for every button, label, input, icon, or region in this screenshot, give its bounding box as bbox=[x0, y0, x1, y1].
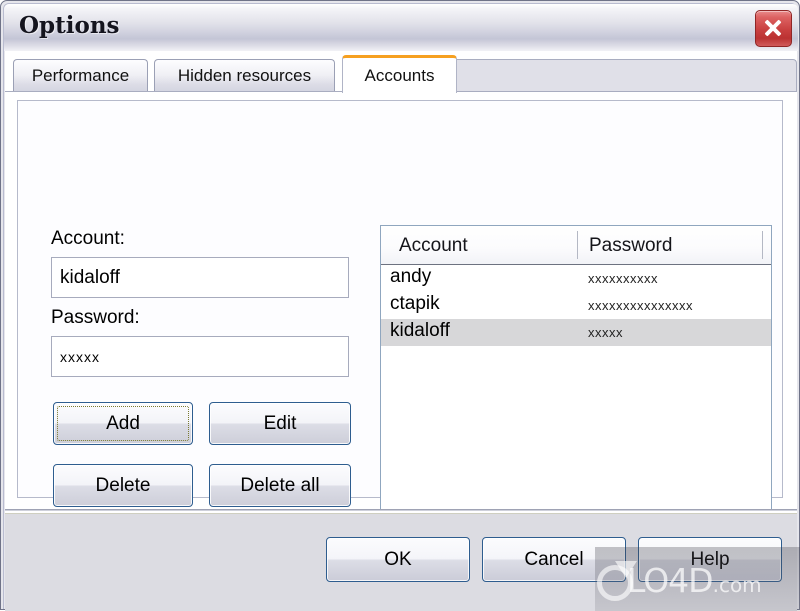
list-item[interactable]: kidaloff xxxxx bbox=[381, 319, 771, 346]
column-header-account[interactable]: Account bbox=[399, 235, 468, 257]
list-item-account: kidaloff bbox=[390, 320, 450, 341]
password-input[interactable]: xxxxx bbox=[51, 336, 349, 377]
tab-hidden-resources[interactable]: Hidden resources bbox=[154, 59, 335, 93]
tab-performance[interactable]: Performance bbox=[13, 59, 148, 93]
help-button[interactable]: Help bbox=[638, 537, 782, 582]
options-dialog-window: Options Performance Hidden resources Acc… bbox=[0, 0, 800, 611]
list-item-account: ctapik bbox=[390, 293, 440, 314]
delete-button[interactable]: Delete bbox=[53, 464, 193, 507]
list-header-row: Account Password bbox=[381, 226, 771, 265]
list-item-password: xxxxx bbox=[588, 325, 623, 340]
list-item-account: andy bbox=[390, 266, 432, 287]
list-item[interactable]: ctapik xxxxxxxxxxxxxxx bbox=[381, 292, 771, 319]
column-header-password[interactable]: Password bbox=[589, 235, 672, 257]
list-item-password: xxxxxxxxxxxxxxx bbox=[588, 298, 693, 313]
account-label: Account: bbox=[51, 228, 125, 249]
tab-strip-filler bbox=[456, 59, 797, 93]
tab-panel-accounts: Account: kidaloff Password: xxxxx Add Ed… bbox=[5, 91, 797, 575]
edit-button[interactable]: Edit bbox=[209, 402, 351, 445]
column-divider-2[interactable] bbox=[762, 231, 763, 259]
ok-button[interactable]: OK bbox=[326, 537, 470, 582]
dialog-footer: OK Cancel Help bbox=[5, 513, 797, 611]
close-icon[interactable] bbox=[755, 10, 792, 47]
list-item-password: xxxxxxxxxx bbox=[588, 271, 658, 286]
add-button[interactable]: Add bbox=[53, 402, 193, 445]
list-item[interactable]: andy xxxxxxxxxx bbox=[381, 265, 771, 292]
delete-all-button[interactable]: Delete all bbox=[209, 464, 351, 507]
title-bar: Options bbox=[4, 4, 798, 51]
password-label: Password: bbox=[51, 307, 140, 328]
account-input[interactable]: kidaloff bbox=[51, 257, 349, 298]
window-title: Options bbox=[19, 12, 120, 39]
column-divider-1[interactable] bbox=[577, 231, 578, 259]
cancel-button[interactable]: Cancel bbox=[482, 537, 626, 582]
tab-strip: Performance Hidden resources Accounts bbox=[5, 51, 797, 93]
tab-accounts[interactable]: Accounts bbox=[342, 55, 457, 93]
